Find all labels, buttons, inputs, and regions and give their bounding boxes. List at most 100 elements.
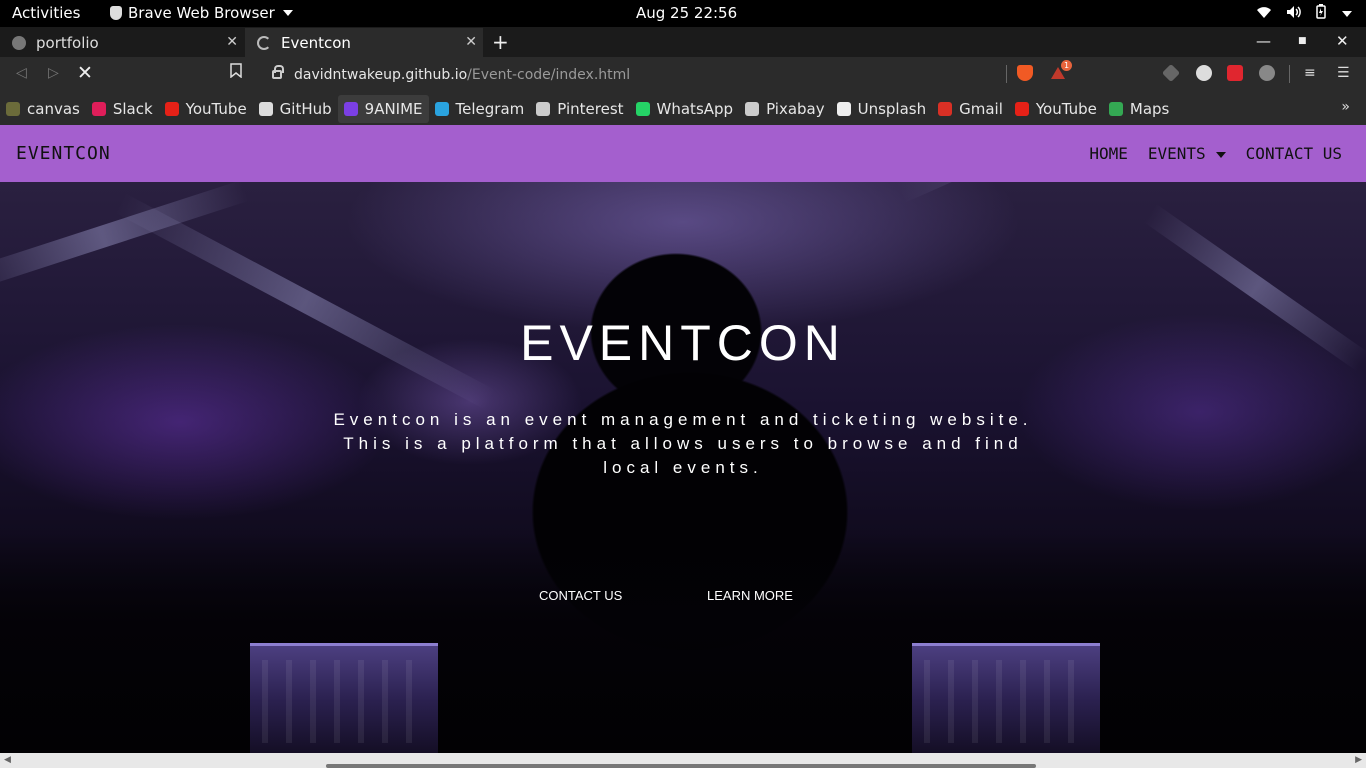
maximize-button[interactable]: ■: [1298, 36, 1307, 46]
brave-shields-icon[interactable]: [1017, 65, 1033, 81]
close-icon[interactable]: ✕: [226, 34, 238, 50]
back-button[interactable]: ◁: [16, 65, 27, 81]
app-menu[interactable]: Brave Web Browser: [110, 4, 293, 22]
bookmark-label: Pinterest: [557, 99, 624, 118]
crowd-silhouette: [0, 533, 1366, 753]
browser-toolbar: ◁ ▷ ✕ davidntwakeup.github.io/Event-code…: [0, 57, 1366, 92]
app-menu-label: Brave Web Browser: [128, 4, 275, 22]
chevron-down-icon: [1342, 10, 1352, 17]
chevron-down-icon: [282, 10, 293, 16]
tab-title: portfolio: [36, 33, 99, 52]
nav-contact[interactable]: CONTACT US: [1246, 144, 1342, 163]
mixing-console-right: [912, 643, 1100, 753]
media-queue-icon[interactable]: ≡: [1304, 65, 1316, 81]
whatsapp-icon: [635, 101, 650, 116]
bookmark-youtube[interactable]: YouTube: [159, 95, 253, 123]
site-brand[interactable]: EVENTCON: [16, 143, 111, 164]
bookmark-label: canvas: [27, 99, 80, 118]
learn-more-button[interactable]: LEARN MORE: [707, 588, 793, 603]
telegram-icon: [434, 101, 449, 116]
scroll-right-icon[interactable]: ▶: [1355, 755, 1362, 765]
extension-cube-icon[interactable]: [1161, 63, 1181, 83]
bookmarks-bar: canvas Slack YouTube GitHub 9ANIME Telegram Pi…: [0, 92, 1366, 125]
extension-audio-icon[interactable]: [1259, 65, 1275, 81]
scrollbar-thumb[interactable]: [326, 764, 1036, 768]
canvas-icon: [6, 101, 20, 116]
brave-lion-icon: [110, 6, 122, 20]
wifi-icon: [1256, 5, 1272, 23]
nav-events[interactable]: EVENTS: [1148, 144, 1226, 163]
play-icon: [343, 101, 358, 116]
bookmark-9anime[interactable]: 9ANIME: [337, 94, 429, 123]
lock-icon: [272, 65, 284, 79]
globe-icon: [12, 35, 26, 50]
address-bar[interactable]: davidntwakeup.github.io/Event-code/index…: [258, 60, 1008, 89]
bookmark-pixabay[interactable]: Pixabay: [739, 95, 831, 123]
globe-icon: [745, 101, 760, 116]
bookmark-label: Telegram: [455, 99, 525, 118]
divider: [1006, 65, 1007, 83]
stop-loading-button[interactable]: ✕: [77, 62, 93, 84]
nav-home[interactable]: HOME: [1089, 144, 1128, 163]
minimize-button[interactable]: —: [1256, 32, 1271, 50]
youtube-icon: [1014, 101, 1029, 116]
bookmark-github[interactable]: GitHub: [253, 95, 338, 123]
bookmark-label: 9ANIME: [364, 99, 423, 118]
close-window-button[interactable]: ✕: [1336, 32, 1349, 50]
new-tab-button[interactable]: +: [492, 30, 509, 54]
brave-rewards-icon[interactable]: 1: [1050, 60, 1072, 81]
bookmark-youtube[interactable]: YouTube: [1009, 95, 1103, 123]
contact-us-button[interactable]: CONTACT US: [539, 588, 622, 603]
bookmark-maps[interactable]: Maps: [1103, 95, 1175, 123]
extension-video-icon[interactable]: [1227, 65, 1243, 81]
maps-icon: [1108, 101, 1123, 116]
activities-button[interactable]: Activities: [12, 4, 80, 22]
unsplash-icon: [836, 101, 851, 116]
tab-strip: portfolio ✕ Eventcon ✕ + — ■ ✕: [0, 27, 1366, 57]
bookmark-gmail[interactable]: Gmail: [932, 95, 1009, 123]
system-tray[interactable]: [1256, 4, 1352, 23]
bookmark-label: WhatsApp: [656, 99, 734, 118]
bookmark-slack[interactable]: Slack: [86, 95, 159, 123]
battery-icon: [1316, 4, 1326, 23]
forward-button[interactable]: ▷: [48, 65, 59, 81]
bookmark-label: Pixabay: [766, 99, 825, 118]
page-viewport: EVENTCON Eventcon is an event management…: [0, 125, 1366, 753]
nav-events-label: EVENTS: [1147, 144, 1206, 163]
menu-icon[interactable]: ☰: [1337, 65, 1350, 81]
divider: [1289, 65, 1290, 83]
bookmark-label: YouTube: [185, 99, 247, 118]
gmail-icon: [938, 101, 953, 116]
rewards-badge: 1: [1061, 60, 1072, 71]
url-path: /Event-code/index.html: [467, 66, 631, 83]
youtube-icon: [164, 101, 179, 116]
loading-icon: [257, 35, 271, 50]
hero-section: EVENTCON Eventcon is an event management…: [0, 125, 1366, 753]
tab-eventcon[interactable]: Eventcon ✕: [245, 28, 483, 57]
hero-description: Eventcon is an event management and tick…: [333, 410, 1033, 477]
bookmark-label: YouTube: [1035, 99, 1097, 118]
bookmark-whatsapp[interactable]: WhatsApp: [630, 95, 740, 123]
volume-icon: [1286, 5, 1302, 23]
more-bookmarks-icon[interactable]: »: [1341, 99, 1350, 115]
bookmark-canvas[interactable]: canvas: [0, 95, 86, 123]
slack-icon: [91, 101, 106, 116]
scroll-left-icon[interactable]: ◀: [4, 755, 11, 765]
bookmark-label: Unsplash: [857, 99, 927, 118]
globe-icon: [536, 101, 551, 116]
github-icon: [258, 101, 273, 116]
close-icon[interactable]: ✕: [465, 34, 477, 50]
extension-gnome-icon[interactable]: [1196, 65, 1212, 81]
bookmark-label: Slack: [112, 99, 153, 118]
light-beam: [114, 193, 497, 410]
url-host: davidntwakeup.github.io: [294, 66, 468, 83]
bookmark-label: GitHub: [279, 99, 332, 118]
horizontal-scrollbar[interactable]: ◀ ▶: [0, 753, 1366, 768]
bookmark-icon[interactable]: [230, 63, 242, 82]
clock[interactable]: Aug 25 22:56: [636, 4, 737, 22]
bookmark-telegram[interactable]: Telegram: [429, 95, 531, 123]
bookmark-pinterest[interactable]: Pinterest: [530, 95, 629, 123]
tab-portfolio[interactable]: portfolio ✕: [0, 28, 244, 57]
tab-title: Eventcon: [281, 33, 351, 52]
bookmark-unsplash[interactable]: Unsplash: [831, 95, 933, 123]
